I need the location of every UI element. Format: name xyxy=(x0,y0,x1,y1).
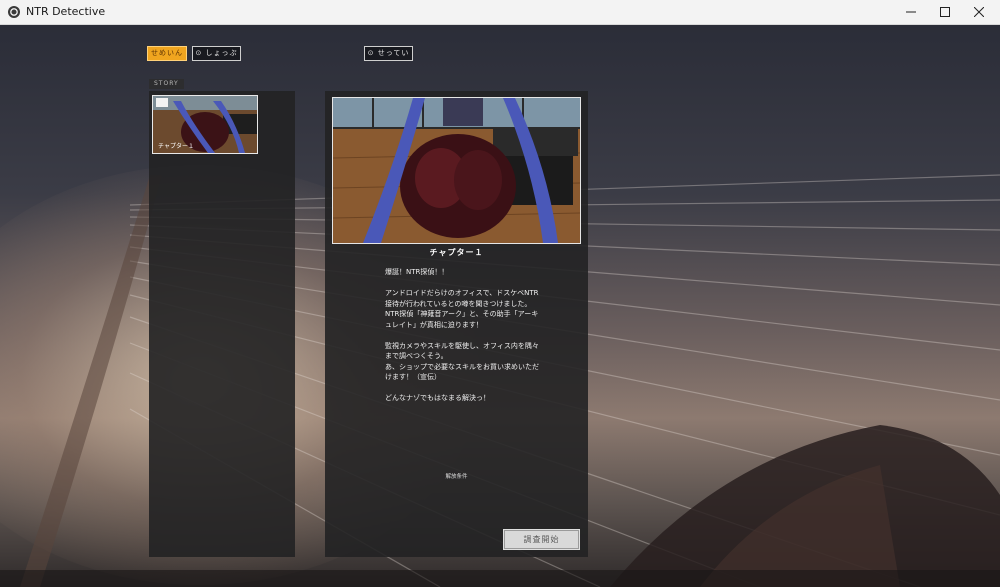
story-section-label: STORY xyxy=(149,79,184,89)
tab-main[interactable]: せめいん xyxy=(147,46,187,61)
close-icon xyxy=(974,7,984,17)
title-bar: NTR Detective xyxy=(0,0,1000,25)
chapter-list-panel xyxy=(149,91,295,557)
minimize-button[interactable] xyxy=(894,0,928,24)
app-window: NTR Detective せめいん ⊙ しょっぷ ⊙ せってい STORY チ… xyxy=(0,0,1000,587)
chapter-title: チャプター１ xyxy=(429,248,484,257)
chapter-thumbnail-label: チャプター１ xyxy=(158,143,194,150)
new-badge-icon xyxy=(156,98,168,107)
maximize-button[interactable] xyxy=(928,0,962,24)
game-screen: せめいん ⊙ しょっぷ ⊙ せってい STORY チャプター１ チャプター１ 爆… xyxy=(0,25,1000,587)
app-logo-icon xyxy=(8,6,20,18)
chapter-thumbnail[interactable]: チャプター１ xyxy=(152,95,258,154)
window-title: NTR Detective xyxy=(26,5,106,18)
tab-settings[interactable]: ⊙ せってい xyxy=(364,46,413,61)
unlock-condition-label: 解放条件 xyxy=(445,474,468,480)
chapter-description: 爆誕！NTR探偵！！ アンドロイドだらけのオフィスで、ドスケベNTR接待が行われ… xyxy=(385,268,539,402)
maximize-icon xyxy=(940,7,950,17)
close-button[interactable] xyxy=(962,0,996,24)
chapter-preview-image xyxy=(332,97,581,244)
minimize-icon xyxy=(906,11,916,13)
start-investigation-button[interactable]: 調査開始 xyxy=(503,529,580,550)
tab-shop[interactable]: ⊙ しょっぷ xyxy=(192,46,241,61)
